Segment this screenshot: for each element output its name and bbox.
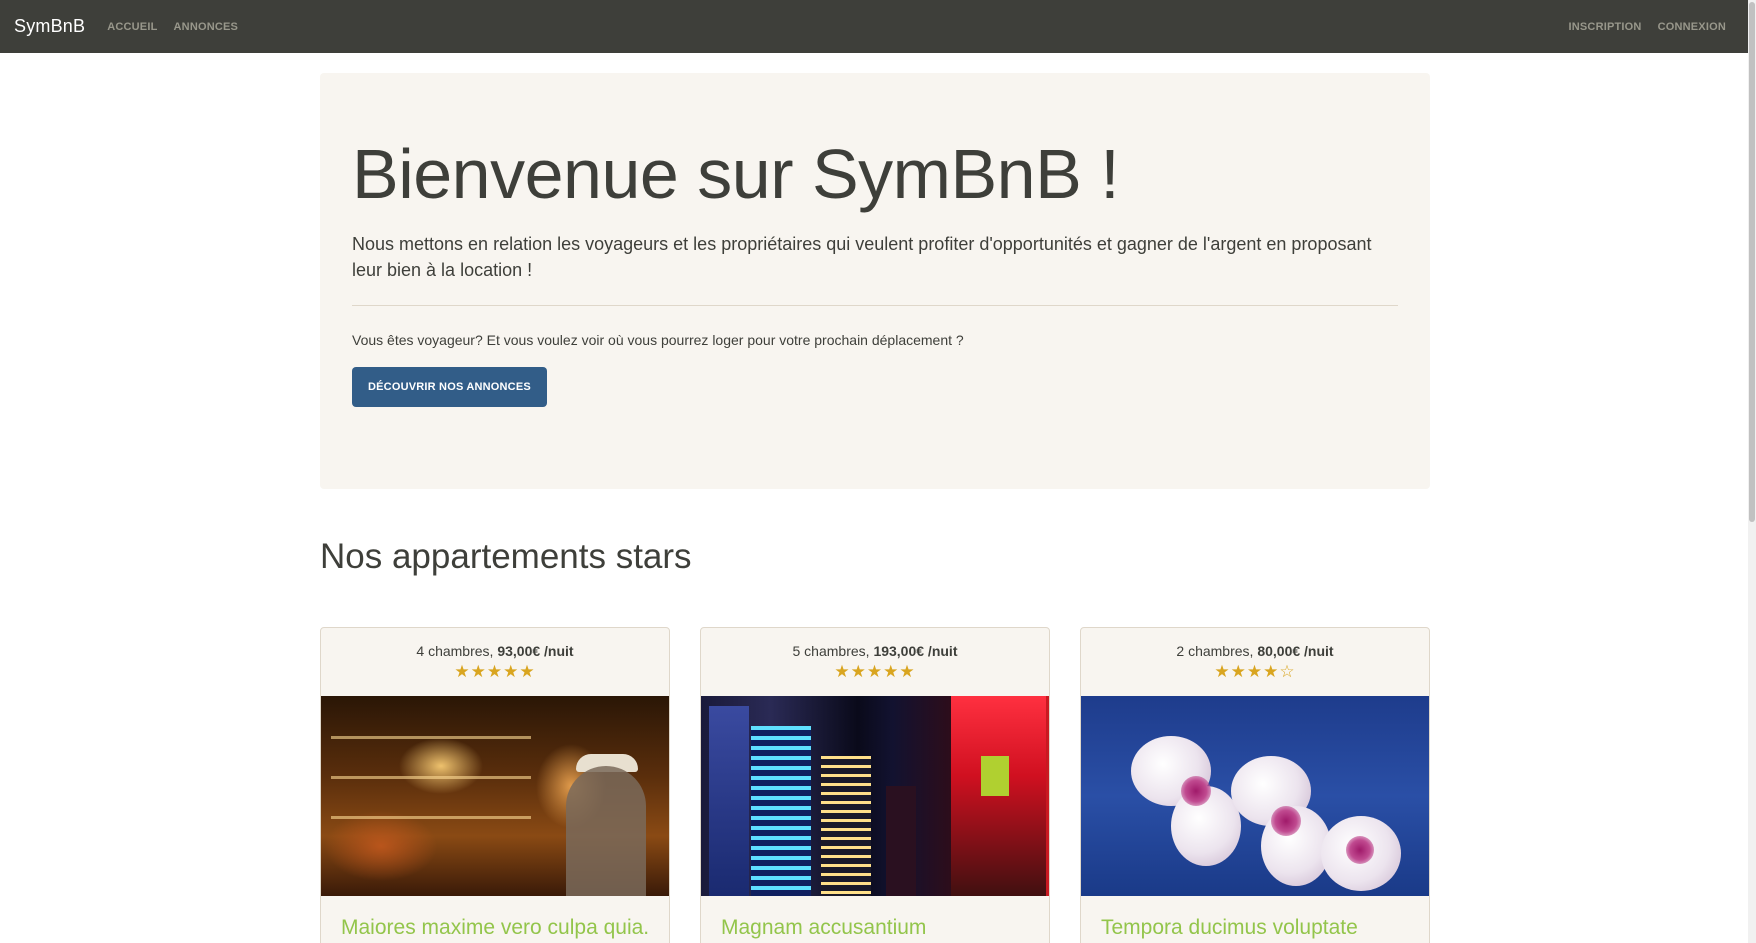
discover-listings-button[interactable]: DÉCOUVRIR NOS ANNONCES xyxy=(352,367,547,407)
bar-shelf xyxy=(331,736,531,739)
building xyxy=(951,696,1046,896)
card-rooms: 4 chambres, xyxy=(416,643,494,659)
figure-person xyxy=(566,766,646,896)
listing-card[interactable]: 4 chambres, 93,00€ /nuit ★★★★★ Maiores m… xyxy=(320,627,670,943)
section-title: Nos appartements stars xyxy=(320,537,692,576)
star-full-icon: ★ xyxy=(899,662,916,681)
star-full-icon: ★ xyxy=(834,662,851,681)
listing-card[interactable]: 2 chambres, 80,00€ /nuit ★★★★☆ Tempora d… xyxy=(1080,627,1430,943)
card-rooms: 2 chambres, xyxy=(1176,643,1254,659)
orchid-center xyxy=(1181,776,1211,806)
star-full-icon: ★ xyxy=(503,662,520,681)
jumbotron-divider xyxy=(352,305,1398,306)
building xyxy=(709,706,749,896)
star-full-icon: ★ xyxy=(454,662,471,681)
card-title[interactable]: Maiores maxime vero culpa quia. xyxy=(321,896,669,940)
star-full-icon: ★ xyxy=(519,662,536,681)
card-price: 193,00€ /nuit xyxy=(873,643,958,659)
rating-stars: ★★★★☆ xyxy=(1081,662,1429,682)
page-scrollbar[interactable] xyxy=(1748,0,1756,943)
orchid-center xyxy=(1271,806,1301,836)
star-full-icon: ★ xyxy=(470,662,487,681)
star-full-icon: ★ xyxy=(1230,662,1247,681)
card-title[interactable]: Tempora ducimus voluptate xyxy=(1081,896,1429,940)
nav-link-accueil[interactable]: ACCUEIL xyxy=(107,21,157,33)
nav-link-annonces[interactable]: ANNONCES xyxy=(174,21,239,33)
bar-shelf xyxy=(331,776,531,779)
star-full-icon: ★ xyxy=(1214,662,1231,681)
nav-right: INSCRIPTION CONNEXION xyxy=(1552,0,1726,53)
nav-link-inscription[interactable]: INSCRIPTION xyxy=(1568,21,1641,33)
sign xyxy=(981,756,1009,796)
star-full-icon: ★ xyxy=(1263,662,1280,681)
jumbotron-lead: Nous mettons en relation les voyageurs e… xyxy=(352,234,1372,280)
star-empty-icon: ☆ xyxy=(1279,662,1296,681)
nav-link-connexion[interactable]: CONNEXION xyxy=(1658,21,1726,33)
city-night-photo[interactable] xyxy=(701,696,1049,896)
card-header: 2 chambres, 80,00€ /nuit ★★★★☆ xyxy=(1081,628,1429,696)
card-rooms: 5 chambres, xyxy=(792,643,870,659)
building xyxy=(821,756,871,896)
top-navbar: SymBnB ACCUEIL ANNONCES INSCRIPTION CONN… xyxy=(0,0,1756,53)
card-price: 80,00€ /nuit xyxy=(1257,643,1334,659)
page-title: Bienvenue sur SymBnB ! xyxy=(352,135,1120,213)
building xyxy=(886,786,916,896)
card-title[interactable]: Magnam accusantium xyxy=(701,896,1049,940)
bar-shelf xyxy=(331,816,531,819)
rating-stars: ★★★★★ xyxy=(321,662,669,682)
orchid-photo[interactable] xyxy=(1081,696,1429,896)
star-full-icon: ★ xyxy=(883,662,900,681)
building xyxy=(751,726,811,896)
jumbotron-text: Vous êtes voyageur? Et vous voulez voir … xyxy=(352,332,964,348)
star-full-icon: ★ xyxy=(486,662,504,681)
welcome-jumbotron: Bienvenue sur SymBnB ! Nous mettons en r… xyxy=(320,73,1430,489)
star-full-icon: ★ xyxy=(850,662,867,681)
card-header: 4 chambres, 93,00€ /nuit ★★★★★ xyxy=(321,628,669,696)
scrollbar-thumb[interactable] xyxy=(1749,2,1755,522)
card-price: 93,00€ /nuit xyxy=(497,643,574,659)
brand-logo[interactable]: SymBnB xyxy=(14,16,85,37)
card-header: 5 chambres, 193,00€ /nuit ★★★★★ xyxy=(701,628,1049,696)
nav-left: ACCUEIL ANNONCES xyxy=(107,21,254,33)
listing-card[interactable]: 5 chambres, 193,00€ /nuit ★★★★★ Magnam a… xyxy=(700,627,1050,943)
rating-stars: ★★★★★ xyxy=(701,662,1049,682)
star-full-icon: ★ xyxy=(1246,662,1264,681)
star-full-icon: ★ xyxy=(866,662,884,681)
bar-interior-photo[interactable] xyxy=(321,696,669,896)
orchid-center xyxy=(1346,836,1374,864)
